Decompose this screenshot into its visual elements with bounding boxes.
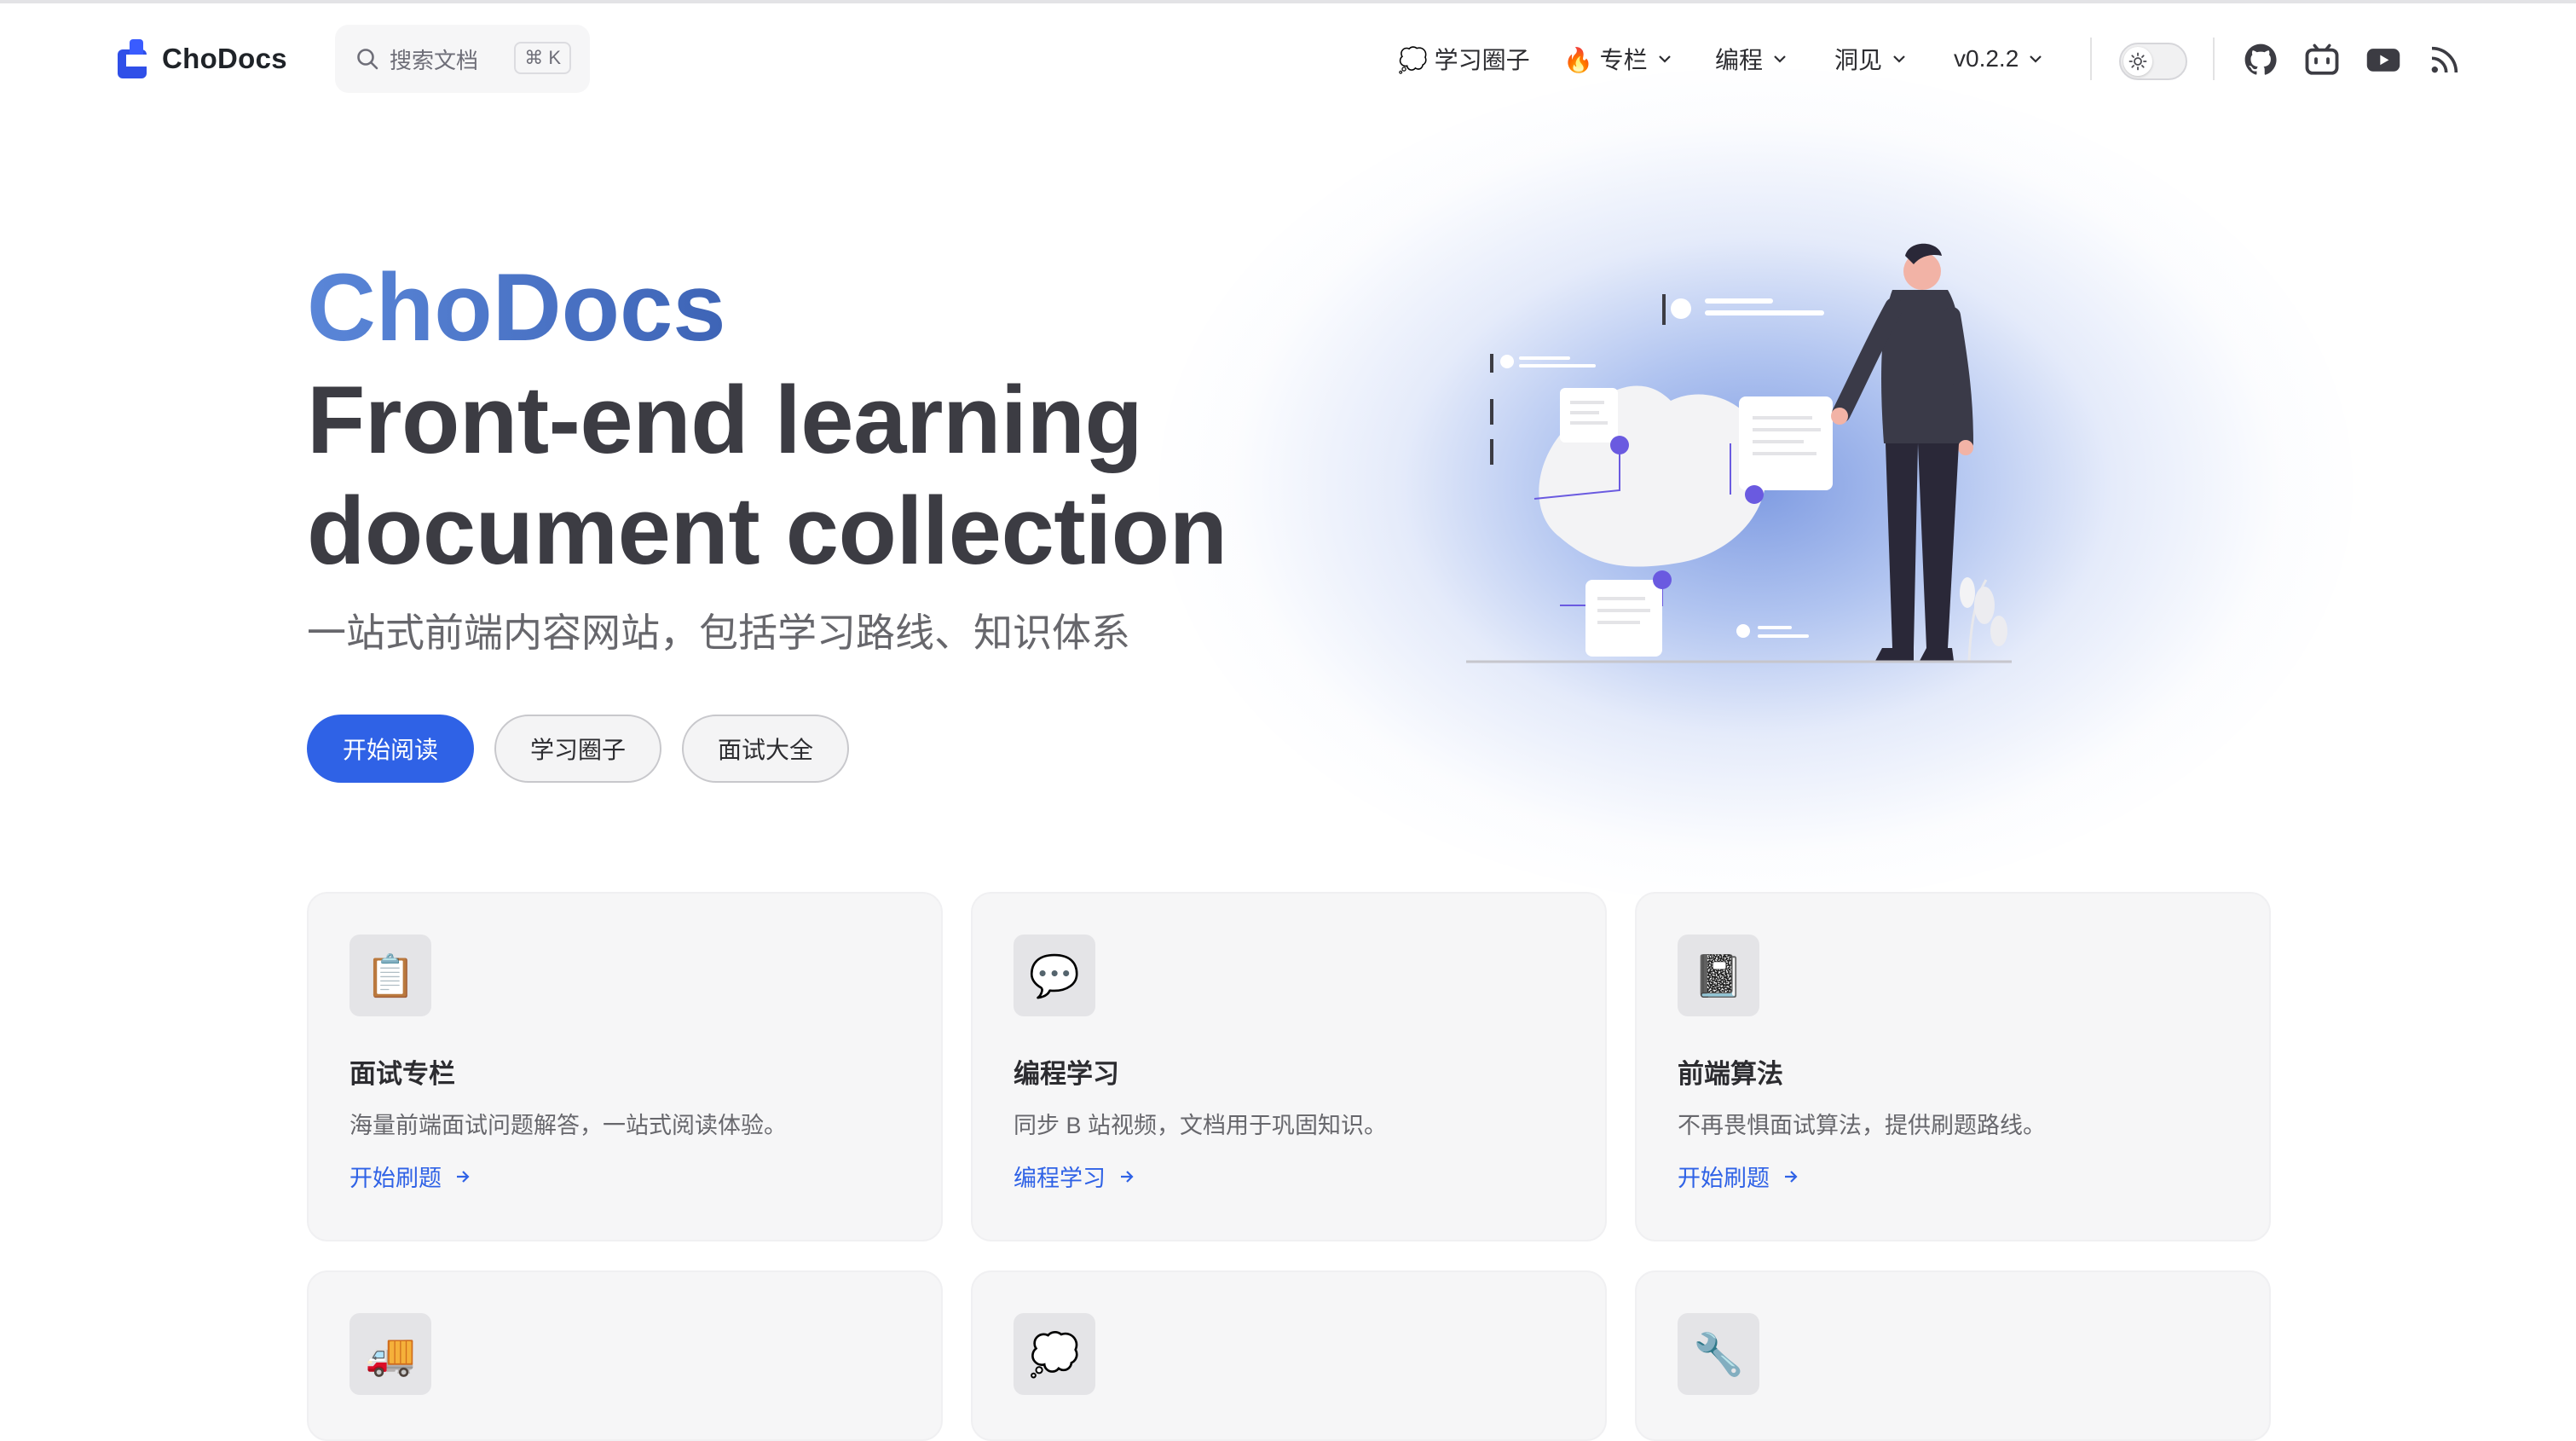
feature-card-algorithm[interactable]: 📓 前端算法 不再畏惧面试算法，提供刷题路线。 开始刷题 xyxy=(1635,892,2271,1241)
nav-item-label: v0.2.2 xyxy=(1954,45,2019,72)
chevron-down-icon xyxy=(1893,55,1905,63)
feature-link-text: 开始刷题 xyxy=(349,1166,442,1191)
feature-card-programming[interactable]: 💬 编程学习 同步 B 站视频，文档用于巩固知识。 编程学习 xyxy=(971,892,1607,1241)
feature-title: 面试专栏 xyxy=(349,1059,455,1089)
feature-link[interactable]: 编程学习 xyxy=(1014,1160,1136,1193)
hero-illustration xyxy=(1466,243,2012,663)
feature-link-text: 编程学习 xyxy=(1014,1166,1106,1191)
bilibili-icon xyxy=(2305,43,2339,75)
nav-item-label: 🔥 专栏 xyxy=(1563,47,1648,73)
search-icon xyxy=(357,49,378,70)
hero-tagline: 一站式前端内容网站，包括学习路线、知识体系 xyxy=(307,611,1130,655)
hero-name: ChoDocs xyxy=(307,252,726,363)
feature-details: 同步 B 站视频，文档用于巩固知识。 xyxy=(1014,1113,1388,1138)
arrow-right-icon xyxy=(457,1170,470,1183)
sun-icon xyxy=(2128,52,2147,71)
interview-collection-button[interactable]: 面试大全 xyxy=(682,715,849,783)
nav-item-label: 💭 学习圈子 xyxy=(1398,47,1530,73)
chevron-down-icon xyxy=(1658,55,1671,63)
feature-card-6[interactable]: 🔧 xyxy=(1635,1270,2271,1441)
clipboard-icon: 📋 xyxy=(349,935,431,1016)
site-title: ChoDocs xyxy=(162,43,287,74)
nav-divider xyxy=(2213,38,2215,80)
thought-bubble-icon: 💭 xyxy=(1014,1313,1095,1395)
github-link[interactable] xyxy=(2242,41,2279,78)
toggle-knob xyxy=(2123,47,2152,76)
hero-text-line: document collection xyxy=(307,477,1227,584)
chevron-down-icon xyxy=(1774,55,1786,63)
chevron-down-icon xyxy=(2030,55,2042,63)
search-button[interactable]: 搜索文档 ⌘ K xyxy=(335,25,590,93)
nav-item-label: 洞见 xyxy=(1834,47,1883,73)
feature-link[interactable]: 开始刷题 xyxy=(1678,1160,1800,1193)
feature-title: 前端算法 xyxy=(1678,1059,1783,1089)
feature-title: 编程学习 xyxy=(1014,1059,1119,1089)
feature-link[interactable]: 开始刷题 xyxy=(349,1160,472,1193)
start-reading-button[interactable]: 开始阅读 xyxy=(307,715,474,783)
feature-link-text: 开始刷题 xyxy=(1678,1166,1770,1191)
youtube-icon xyxy=(2366,49,2400,72)
truck-icon: 🚚 xyxy=(349,1313,431,1395)
site-logo[interactable]: ChoDocs xyxy=(114,38,287,80)
appearance-toggle[interactable] xyxy=(2119,43,2187,80)
notebook-icon: 📓 xyxy=(1678,935,1759,1016)
search-shortcut-key: ⌘ K xyxy=(514,42,571,74)
feature-details: 不再畏惧面试算法，提供刷题路线。 xyxy=(1678,1113,2046,1138)
arrow-right-icon xyxy=(1121,1170,1134,1183)
chodocs-logo-icon xyxy=(118,39,147,78)
bilibili-link[interactable] xyxy=(2303,41,2341,78)
arrow-right-icon xyxy=(1785,1170,1798,1183)
search-placeholder: 搜索文档 xyxy=(390,47,479,73)
hero-text-line: Front-end learning xyxy=(307,367,1143,473)
rss-link[interactable] xyxy=(2426,41,2463,78)
feature-card-interview[interactable]: 📋 面试专栏 海量前端面试问题解答，一站式阅读体验。 开始刷题 xyxy=(307,892,943,1241)
nav-item-study-circle[interactable]: 💭 学习圈子 xyxy=(1398,38,1530,80)
youtube-link[interactable] xyxy=(2365,41,2402,78)
hero-text: Front-end learning document collection xyxy=(307,365,1330,587)
feature-details: 海量前端面试问题解答，一站式阅读体验。 xyxy=(349,1113,787,1138)
study-circle-button[interactable]: 学习圈子 xyxy=(494,715,661,783)
rss-icon xyxy=(2431,46,2458,73)
github-icon xyxy=(2244,43,2277,75)
feature-card-4[interactable]: 🚚 xyxy=(307,1270,943,1441)
wrench-icon: 🔧 xyxy=(1678,1313,1759,1395)
speech-bubble-icon: 💬 xyxy=(1014,935,1095,1016)
nav-item-version[interactable]: v0.2.2 xyxy=(1954,38,2044,80)
top-navbar: ChoDocs 搜索文档 ⌘ K 💭 学习圈子 🔥 专栏 编程 洞见 v0.2.… xyxy=(0,3,2576,113)
nav-divider xyxy=(2090,38,2092,80)
feature-card-5[interactable]: 💭 xyxy=(971,1270,1607,1441)
